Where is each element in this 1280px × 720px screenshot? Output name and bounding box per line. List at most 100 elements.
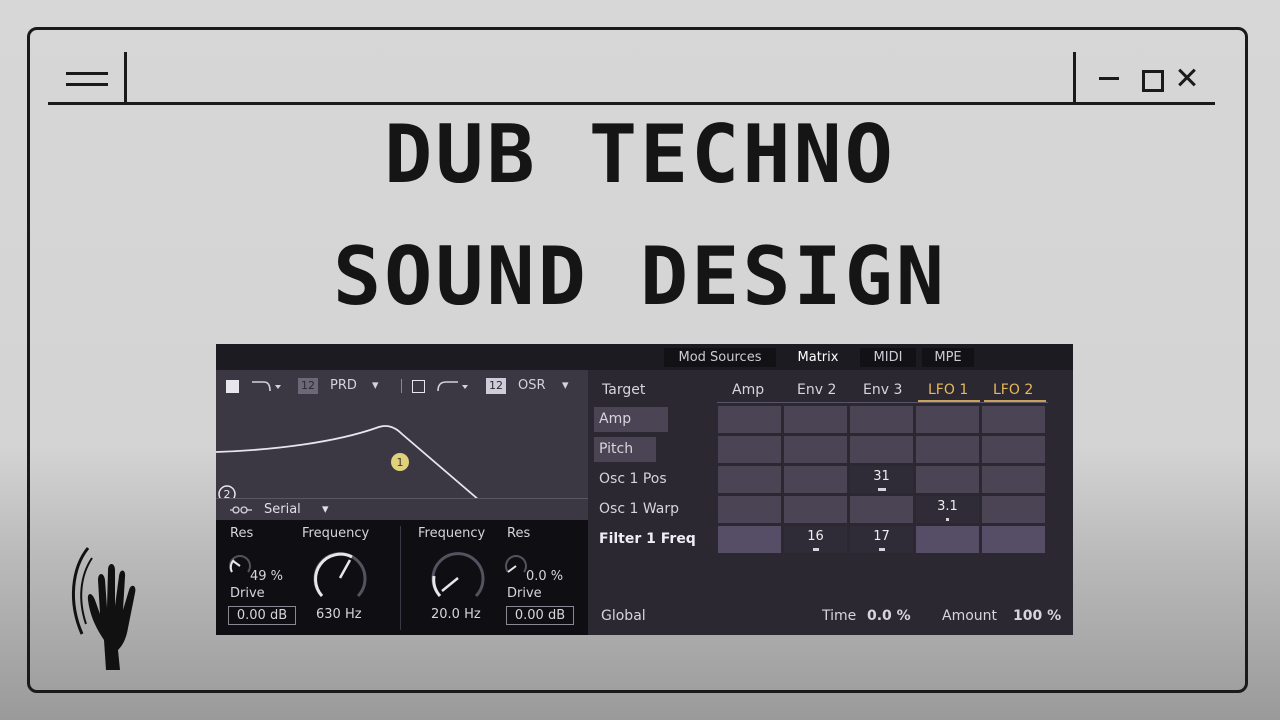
amount-value[interactable]: 100 % [1013, 608, 1061, 624]
matrix-cell[interactable] [718, 406, 781, 433]
matrix-cell[interactable] [718, 436, 781, 463]
filter-knobs: Res 49 % Drive 0.00 dB Frequency 630 Hz … [216, 520, 588, 635]
frequency-label-left: Frequency [302, 526, 370, 541]
matrix-cell[interactable] [916, 526, 979, 553]
routing-chevron-icon[interactable]: ▾ [322, 502, 329, 517]
matrix-cell[interactable] [784, 436, 847, 463]
tab-mod-sources[interactable]: Mod Sources [664, 348, 776, 367]
routing-select[interactable]: Serial [264, 502, 301, 517]
matrix-col-lfo1: LFO 1 [928, 382, 969, 398]
matrix-cell[interactable] [784, 496, 847, 523]
matrix-row-osc1-warp[interactable]: Osc 1 Warp [594, 497, 714, 522]
matrix-cell[interactable] [982, 526, 1045, 553]
menu-icon[interactable] [66, 72, 108, 90]
matrix-cell-osc1warp-lfo1[interactable]: 3.1 [916, 496, 979, 523]
matrix-amount-bar [813, 548, 819, 551]
filter-node-1: 1 [397, 456, 404, 469]
toolbar-divider [401, 379, 402, 393]
drive-label-right: Drive [507, 586, 542, 601]
filter2-shape-icon[interactable] [436, 379, 472, 393]
res-knob-left[interactable] [228, 554, 252, 578]
res-label-right: Res [507, 526, 531, 541]
time-value[interactable]: 0.0 % [867, 608, 911, 624]
frequency-value-left: 630 Hz [316, 607, 362, 622]
minimize-icon[interactable] [1097, 66, 1121, 90]
maximize-icon[interactable] [1138, 66, 1164, 92]
matrix-cell[interactable] [850, 406, 913, 433]
titlebar-divider-left [124, 52, 127, 104]
mod-matrix: Target Amp Env 2 Env 3 LFO 1 LFO 2 Amp P… [588, 370, 1073, 635]
matrix-cell-osc1pos-env3[interactable]: 31 [850, 466, 913, 493]
drive-value-right[interactable]: 0.00 dB [506, 606, 574, 625]
matrix-amount-bar [946, 518, 949, 521]
amount-label: Amount [942, 608, 998, 624]
matrix-col-lfo2: LFO 2 [993, 382, 1034, 398]
drive-label-left: Drive [230, 586, 265, 601]
res-value-left: 49 % [250, 569, 284, 584]
filter1-type-chevron-icon[interactable]: ▾ [372, 378, 379, 394]
matrix-amount-bar [878, 488, 886, 491]
res-knob-right[interactable] [504, 554, 528, 578]
matrix-cell[interactable] [718, 526, 781, 553]
matrix-cell-filter1-env2[interactable]: 16 [784, 526, 847, 553]
matrix-target-label: Target [602, 382, 646, 398]
tab-bar: Mod Sources Matrix MIDI MPE [216, 344, 1073, 370]
matrix-cell[interactable] [718, 496, 781, 523]
drive-value-left[interactable]: 0.00 dB [228, 606, 296, 625]
frequency-value-right: 20.0 Hz [431, 607, 481, 622]
matrix-cell[interactable] [916, 406, 979, 433]
matrix-row-osc1-pos[interactable]: Osc 1 Pos [594, 467, 714, 492]
filter1-type-select[interactable]: PRD [330, 378, 357, 394]
matrix-cell[interactable] [784, 466, 847, 493]
synth-panel: Mod Sources Matrix MIDI MPE 12 PRD ▾ 12 … [216, 344, 1073, 635]
matrix-cell[interactable] [784, 406, 847, 433]
filter2-type-chevron-icon[interactable]: ▾ [562, 378, 569, 394]
close-icon[interactable] [1175, 66, 1199, 90]
matrix-cell[interactable] [982, 436, 1045, 463]
tab-mpe[interactable]: MPE [922, 348, 974, 367]
hand-logo-icon [71, 547, 136, 670]
matrix-cell[interactable] [850, 496, 913, 523]
matrix-cell[interactable] [982, 466, 1045, 493]
matrix-cell[interactable] [850, 436, 913, 463]
matrix-row-pitch[interactable]: Pitch [594, 437, 656, 462]
matrix-col-env2: Env 2 [797, 382, 837, 398]
matrix-cell-value: 16 [807, 529, 824, 544]
tab-midi[interactable]: MIDI [860, 348, 916, 367]
routing-icon [230, 506, 252, 514]
matrix-cell-value: 31 [873, 469, 890, 484]
time-label: Time [822, 608, 857, 624]
matrix-col-env3: Env 3 [863, 382, 903, 398]
matrix-cell-value: 3.1 [937, 499, 958, 514]
matrix-cell[interactable] [982, 496, 1045, 523]
filter1-slope-badge[interactable]: 12 [298, 378, 318, 394]
filter-response-curve[interactable]: 1 2 [216, 406, 588, 506]
matrix-global-label: Global [601, 608, 646, 624]
filter1-shape-icon[interactable] [250, 379, 284, 393]
titlebar-divider-right [1073, 52, 1076, 104]
matrix-row-amp[interactable]: Amp [594, 407, 668, 432]
frequency-knob-left[interactable] [310, 548, 370, 608]
filter2-type-select[interactable]: OSR [518, 378, 546, 394]
frequency-knob-right[interactable] [428, 548, 488, 608]
matrix-row-filter1-freq[interactable]: Filter 1 Freq [594, 527, 714, 552]
matrix-cell[interactable] [916, 436, 979, 463]
matrix-header-line [717, 402, 1048, 403]
res-label-left: Res [230, 526, 254, 541]
filter2-slope-badge[interactable]: 12 [486, 378, 506, 394]
matrix-cell-filter1-env3[interactable]: 17 [850, 526, 913, 553]
titlebar-divider [48, 102, 1215, 105]
filter1-enable-toggle[interactable] [226, 380, 239, 393]
routing-row: Serial ▾ [216, 498, 588, 520]
matrix-cell[interactable] [718, 466, 781, 493]
matrix-cell[interactable] [982, 406, 1045, 433]
frequency-label-right: Frequency [418, 526, 486, 541]
headline-line-1: DUB TECHNO [384, 108, 896, 201]
matrix-col-amp: Amp [732, 382, 765, 398]
knob-divider [400, 526, 401, 630]
matrix-amount-bar [879, 548, 885, 551]
tab-matrix[interactable]: Matrix [784, 348, 852, 367]
matrix-cell[interactable] [916, 466, 979, 493]
headline-line-2: SOUND DESIGN [333, 230, 947, 323]
filter2-enable-toggle[interactable] [412, 380, 425, 393]
